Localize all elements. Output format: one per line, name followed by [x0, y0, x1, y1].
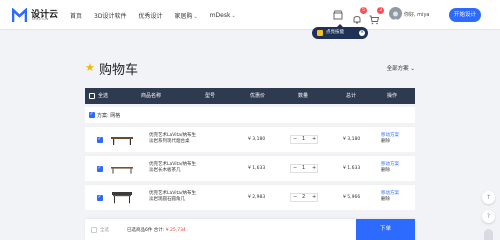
product-thumbnail[interactable] — [110, 131, 134, 147]
quantity-value[interactable]: 1 — [302, 165, 305, 172]
quantity-value[interactable]: 1 — [302, 136, 305, 143]
cart-button[interactable]: 3 — [369, 7, 384, 25]
product-name[interactable]: 优完艺术LaVita/纳布生淡岩长木板茶几 — [149, 162, 199, 174]
notification-badge: 5 — [360, 7, 367, 14]
row-actions: 移动方案 删除 — [381, 191, 399, 203]
nav-3d-software[interactable]: 3D设计软件 — [94, 11, 126, 20]
page-title: 购物车 — [99, 63, 139, 78]
close-icon[interactable]: × — [359, 30, 365, 36]
bell-icon — [353, 15, 361, 24]
total-amount: ¥ 25,734 — [165, 228, 186, 233]
chat-tab-icon[interactable] — [484, 229, 493, 240]
product-price: ¥ 1,633 — [248, 166, 266, 171]
quantity-value[interactable]: 2 — [302, 194, 305, 201]
user-greeting[interactable]: 你好, miya — [404, 11, 429, 18]
decrease-button[interactable]: − — [293, 194, 297, 201]
chevron-down-icon: ⌄ — [410, 66, 415, 72]
cart-icon — [369, 15, 380, 25]
column-header-actions: 操作 — [387, 93, 398, 99]
skill-tooltip[interactable]: 点亮技能 × — [312, 24, 368, 39]
nav-excellent-design[interactable]: 优秀设计 — [138, 11, 162, 20]
column-header-price: 优惠价 — [250, 93, 266, 99]
product-name[interactable]: 优完艺术LaVita/纳布生淡岩现圆石圆角几 — [149, 191, 199, 203]
brand-tagline: SHEJIYUN — [32, 17, 49, 21]
column-header-quantity: 数量 — [298, 93, 309, 99]
star-icon: ★ — [85, 61, 95, 74]
row-actions: 移动方案 删除 — [381, 133, 399, 145]
shop-icon[interactable] — [333, 10, 343, 20]
scheme-group-row: 方案: 网格 — [85, 107, 415, 123]
avatar[interactable] — [389, 7, 402, 20]
chevron-down-icon: ⌄ — [193, 13, 198, 20]
quantity-stepper: − 1 + — [290, 164, 318, 173]
product-thumbnail[interactable] — [110, 160, 134, 176]
row-total: ¥ 3,180 — [343, 137, 361, 142]
quantity-stepper: − 2 + — [290, 193, 318, 202]
quantity-stepper: − 1 + — [290, 135, 318, 144]
nav-mdesk-label: mDesk — [209, 11, 231, 19]
table-row: 优完艺术LaVita/纳布生淡岩系列现代烟台桌 ¥ 3,180 − 1 + ¥ … — [85, 126, 415, 152]
tooltip-text: 点亮技能 — [326, 30, 344, 35]
start-design-button[interactable]: 开始设计 — [449, 8, 481, 22]
table-row: 优完艺术LaVita/纳布生淡岩现圆石圆角几 ¥ 2,983 − 2 + ¥ 5… — [85, 184, 415, 210]
product-name[interactable]: 优完艺术LaVita/纳布生淡岩系列现代烟台桌 — [149, 133, 199, 145]
logo[interactable]: 设计云 SHEJIYUN — [12, 6, 58, 24]
notification-button[interactable]: 5 — [352, 7, 367, 24]
row-total: ¥ 5,966 — [343, 195, 361, 200]
select-all-checkbox[interactable] — [89, 93, 95, 99]
increase-button[interactable]: + — [312, 165, 316, 172]
nav-mdesk[interactable]: mDesk⌄ — [210, 12, 236, 19]
delete-link[interactable]: 删除 — [381, 168, 399, 174]
increase-button[interactable]: + — [312, 194, 316, 201]
delete-link[interactable]: 删除 — [381, 139, 399, 145]
group-checkbox[interactable] — [89, 111, 95, 118]
nav-home[interactable]: 首页 — [70, 11, 82, 20]
table-row: 优完艺术LaVita/纳布生淡岩长木板茶几 ¥ 1,633 − 1 + ¥ 1,… — [85, 155, 415, 181]
decrease-button[interactable]: − — [293, 165, 297, 172]
row-actions: 移动方案 删除 — [381, 162, 399, 174]
main-nav: 首页 3D设计软件 优秀设计 家居购⌄ mDesk⌄ — [70, 0, 236, 30]
product-price: ¥ 2,983 — [248, 195, 266, 200]
scheme-dropdown-value: 全部方案 — [386, 66, 409, 72]
column-header-model: 型号 — [205, 93, 216, 99]
order-summary: 已选商品6件 合计: ¥ 25,734 — [127, 227, 186, 233]
footer-select-all-checkbox[interactable] — [91, 227, 97, 233]
nav-home-shopping[interactable]: 家居购⌄ — [174, 11, 197, 20]
cart-badge: 3 — [377, 7, 384, 14]
scheme-dropdown[interactable]: 全部方案 ⌄ — [387, 64, 415, 72]
chevron-down-icon: ⌄ — [231, 12, 236, 19]
delete-link[interactable]: 删除 — [381, 197, 399, 203]
product-price: ¥ 3,180 — [248, 137, 266, 142]
row-checkbox[interactable] — [97, 136, 103, 143]
row-checkbox[interactable] — [97, 194, 103, 201]
skill-icon — [317, 30, 323, 36]
increase-button[interactable]: + — [312, 136, 316, 143]
row-checkbox[interactable] — [97, 165, 103, 172]
user-avatar-icon — [392, 11, 399, 20]
column-header-product: 商品名称 — [141, 93, 162, 99]
product-thumbnail[interactable] — [110, 189, 134, 205]
back-to-top-button[interactable]: ↑ — [482, 191, 495, 204]
footer-select-all-label: 全选 — [100, 228, 109, 233]
cart-table-header: 全选 商品名称 型号 优惠价 数量 总计 操作 — [85, 88, 415, 104]
place-order-button[interactable]: 下单 — [356, 219, 415, 240]
help-button[interactable]: ? — [482, 210, 495, 223]
page-header: ★ 购物车 全部方案 ⌄ — [85, 59, 415, 79]
row-total: ¥ 1,633 — [343, 166, 361, 171]
column-header-total: 总计 — [346, 93, 357, 99]
select-all-label: 全选 — [98, 93, 109, 99]
summary-text: 已选商品6件 合计: — [127, 228, 166, 233]
logo-mark-icon — [12, 7, 27, 22]
group-label: 方案: 网格 — [97, 113, 121, 119]
nav-home-shopping-label: 家居购 — [174, 12, 193, 20]
decrease-button[interactable]: − — [293, 136, 297, 143]
top-navbar: 设计云 SHEJIYUN 首页 3D设计软件 优秀设计 家居购⌄ mDesk⌄ … — [0, 0, 500, 30]
